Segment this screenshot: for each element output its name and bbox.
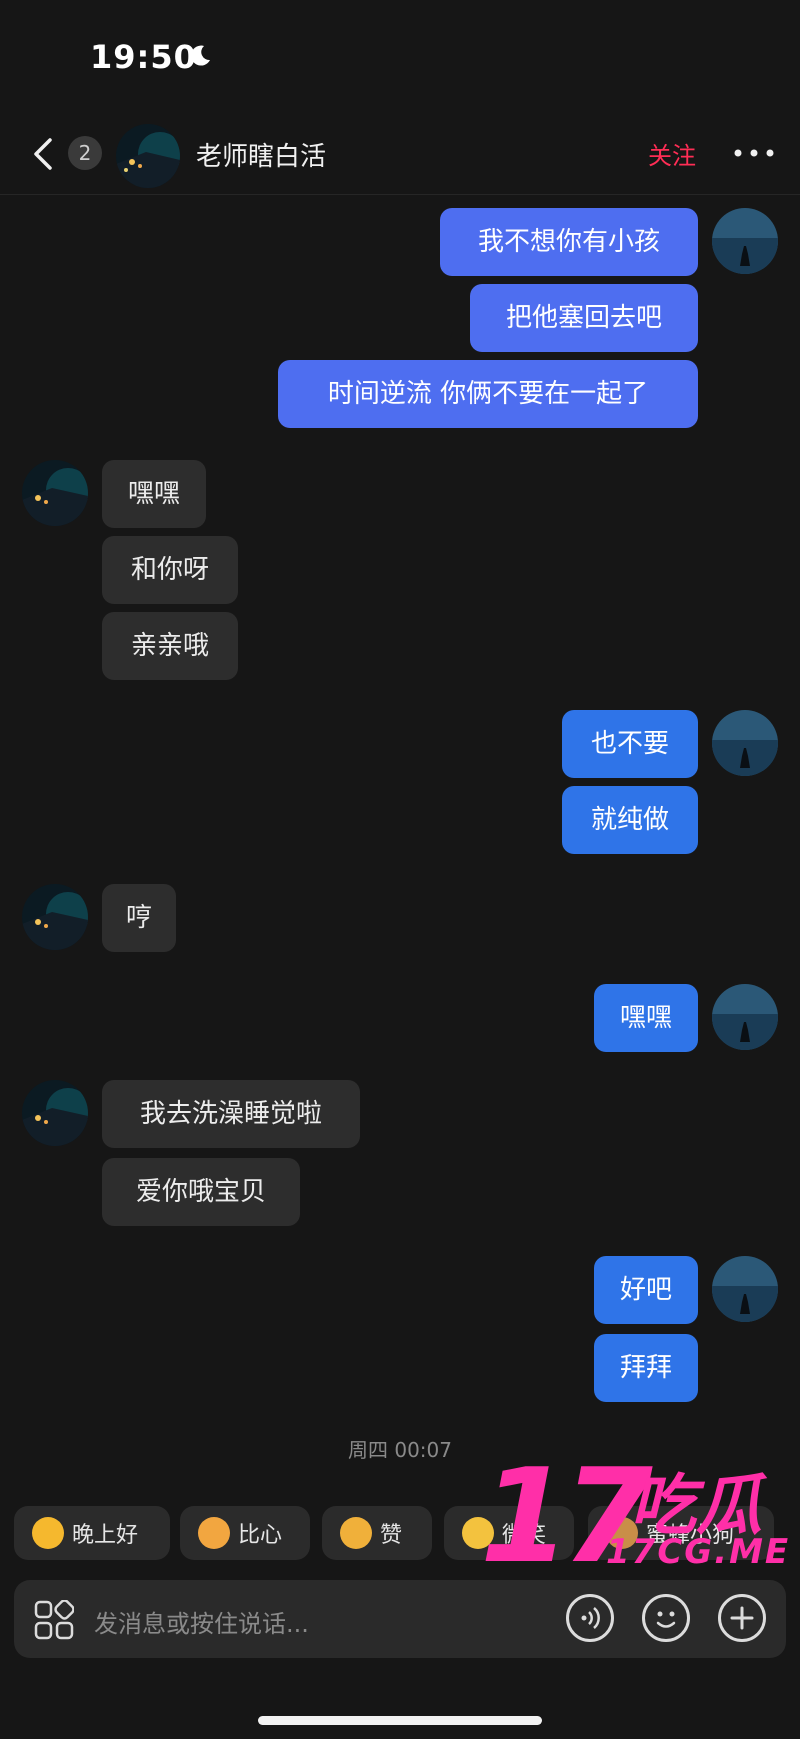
my-message-bubble[interactable]: 拜拜	[594, 1334, 698, 1402]
my-message-bubble[interactable]: 时间逆流 你俩不要在一起了	[278, 360, 698, 428]
contact-message-avatar[interactable]	[22, 884, 88, 950]
contact-message-bubble[interactable]: 哼	[102, 884, 176, 952]
star-emoji-icon	[32, 1517, 64, 1549]
add-icon[interactable]	[718, 1594, 766, 1642]
moon-icon	[191, 45, 210, 66]
my-message-bubble[interactable]: 好吧	[594, 1256, 698, 1324]
my-message-bubble[interactable]: 就纯做	[562, 786, 698, 854]
emoji-icon[interactable]	[642, 1594, 690, 1642]
my-avatar[interactable]	[712, 710, 778, 776]
voice-icon[interactable]	[566, 1594, 614, 1642]
my-avatar[interactable]	[712, 984, 778, 1050]
my-message-bubble[interactable]: 嘿嘿	[594, 984, 698, 1052]
contact-message-bubble[interactable]: 和你呀	[102, 536, 238, 604]
unread-badge: 2	[68, 136, 102, 170]
home-indicator[interactable]	[258, 1716, 542, 1725]
apps-grid-icon[interactable]	[34, 1600, 74, 1640]
message-input[interactable]: 发消息或按住说话...	[94, 1604, 309, 1639]
contact-message-avatar[interactable]	[22, 1080, 88, 1146]
contact-message-avatar[interactable]	[22, 460, 88, 526]
status-time: 19:50	[90, 38, 197, 76]
my-avatar[interactable]	[712, 1256, 778, 1322]
contact-message-bubble[interactable]: 嘿嘿	[102, 460, 206, 528]
contact-message-bubble[interactable]: 我去洗澡睡觉啦	[102, 1080, 360, 1148]
more-icon[interactable]	[732, 146, 776, 160]
header-divider	[0, 194, 800, 195]
heart-hands-emoji-icon	[198, 1517, 230, 1549]
contact-message-bubble[interactable]: 亲亲哦	[102, 612, 238, 680]
watermark-url: 17CG.ME	[606, 1532, 791, 1572]
contact-message-bubble[interactable]: 爱你哦宝贝	[102, 1158, 300, 1226]
contact-avatar[interactable]	[116, 124, 180, 188]
quick-reply-chip[interactable]: 晚上好	[14, 1506, 170, 1560]
my-avatar[interactable]	[712, 208, 778, 274]
contact-name[interactable]: 老师瞎白活	[196, 136, 326, 173]
quick-reply-chip[interactable]: 比心	[180, 1506, 310, 1560]
my-message-bubble[interactable]: 把他塞回去吧	[470, 284, 698, 352]
message-composer[interactable]: 发消息或按住说话...	[14, 1580, 786, 1658]
quick-reply-label: 晚上好	[72, 1523, 139, 1548]
follow-button[interactable]: 关注	[648, 136, 696, 171]
my-message-bubble[interactable]: 也不要	[562, 710, 698, 778]
quick-reply-label: 比心	[238, 1523, 283, 1548]
quick-reply-chip[interactable]: 赞	[322, 1506, 432, 1560]
quick-reply-label: 赞	[380, 1523, 403, 1548]
back-icon[interactable]	[30, 136, 58, 172]
my-message-bubble[interactable]: 我不想你有小孩	[440, 208, 698, 276]
thumbs-up-emoji-icon	[340, 1517, 372, 1549]
